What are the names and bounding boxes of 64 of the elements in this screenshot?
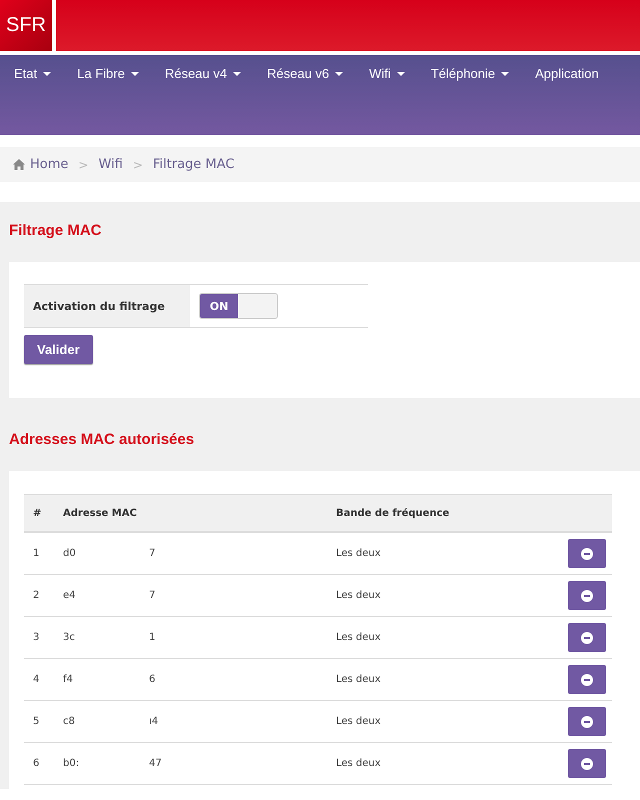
table-cell-text: Les deux: [336, 590, 382, 601]
minus-circle-icon: [581, 674, 593, 686]
table-cell-text: 3c: [63, 632, 76, 643]
table-cell: 1: [149, 632, 156, 643]
section-title: Adresses MAC autorisées: [9, 431, 196, 450]
breadcrumb-separator: >: [132, 158, 143, 172]
caret-icon: [130, 72, 139, 76]
table-cell-text: f4: [63, 674, 74, 685]
minus-circle-icon: [581, 548, 593, 560]
table-cell-text: Les deux: [336, 548, 382, 559]
table-cell: ı4: [149, 716, 158, 727]
logo[interactable]: SFR: [0, 0, 56, 51]
table-cell-text: 5: [32, 716, 40, 727]
breadcrumb-link[interactable]: Filtrage MAC: [152, 157, 234, 172]
column-header: Bande de fréquence: [336, 508, 450, 518]
nav-menu-item[interactable]: Application: [535, 66, 599, 81]
table-cell: 7: [149, 548, 156, 559]
table-cell-text: Les deux: [336, 632, 382, 643]
table-cell-text: 4: [32, 674, 40, 685]
table-cell-text: 1: [32, 548, 40, 559]
remove-button[interactable]: [568, 665, 606, 694]
caret-icon: [43, 72, 52, 76]
nav-menu-item[interactable]: La Fibre: [77, 66, 139, 81]
nav-menu-item[interactable]: Wifi: [369, 66, 405, 81]
table-cell: 7: [149, 590, 156, 601]
caret-icon: [232, 72, 241, 76]
remove-button[interactable]: [568, 623, 606, 652]
table-cell: 6: [149, 674, 156, 685]
table-cell-text: e4: [63, 590, 77, 601]
nav-menu-item[interactable]: Etat: [14, 66, 52, 81]
minus-circle-icon: [581, 758, 593, 770]
table-cell-text: Les deux: [336, 674, 382, 685]
remove-button[interactable]: [568, 749, 606, 778]
caret-icon: [335, 72, 344, 76]
remove-button[interactable]: [568, 707, 606, 736]
column-header: Adresse MAC: [63, 508, 138, 518]
table-cell-text: d0: [63, 548, 77, 559]
toggle-switch[interactable]: ON: [199, 293, 278, 319]
table-cell-text: c8: [63, 716, 76, 727]
table-cell-text: b0:: [63, 758, 80, 769]
remove-button[interactable]: [568, 581, 606, 610]
nav-menu-item[interactable]: Réseau v6: [266, 66, 344, 81]
setting-label: Activation du filtrage: [24, 285, 190, 327]
minus-circle-icon: [581, 716, 593, 728]
caret-icon: [396, 72, 405, 76]
remove-button[interactable]: [568, 539, 606, 568]
breadcrumb-link[interactable]: Wifi: [98, 157, 123, 172]
breadcrumb-link[interactable]: Home: [30, 157, 68, 172]
minus-circle-icon: [581, 632, 593, 644]
table-cell-text: 6: [32, 758, 40, 769]
table-cell-text: Les deux: [336, 716, 382, 727]
section-title: Filtrage MAC: [9, 222, 103, 241]
nav-menu-item[interactable]: Réseau v4: [164, 66, 241, 81]
nav-menu-item[interactable]: Téléphonie: [430, 66, 510, 81]
submit-button[interactable]: Valider: [24, 335, 93, 364]
table-cell-text: Les deux: [336, 758, 382, 769]
table-cell-text: 2: [32, 590, 40, 601]
table-cell-text: 3: [32, 632, 40, 643]
breadcrumb-separator: >: [78, 158, 88, 172]
table-cell: 47: [149, 758, 162, 769]
caret-icon: [501, 72, 510, 76]
column-header: #: [32, 508, 42, 518]
home-icon: [13, 159, 25, 170]
minus-circle-icon: [581, 590, 593, 602]
